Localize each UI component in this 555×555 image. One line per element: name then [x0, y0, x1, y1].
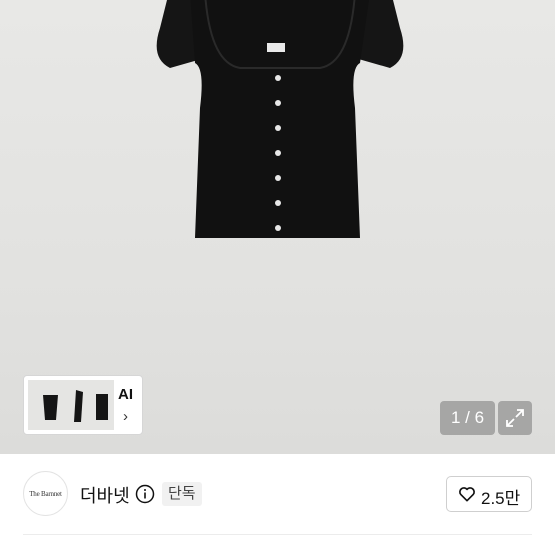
shop-info: The Barnnet 더바넷 단독 2.5만	[0, 454, 555, 555]
thumbnail-strip[interactable]: AI ›	[23, 375, 143, 435]
like-count: 2.5만	[481, 489, 521, 508]
thumbnail-images[interactable]	[28, 380, 114, 430]
shop-name[interactable]: 더바넷	[80, 482, 130, 508]
expand-icon	[506, 409, 524, 427]
product-image-gallery[interactable]: AI › 1 / 6	[0, 0, 555, 454]
shop-logo[interactable]: The Barnnet	[23, 471, 68, 516]
divider	[23, 534, 532, 535]
thumbnail-preview	[28, 380, 114, 430]
exclusive-badge: 단독	[162, 482, 202, 506]
chevron-right-icon[interactable]: ›	[123, 408, 128, 425]
product-image[interactable]	[150, 0, 410, 248]
info-icon[interactable]	[135, 484, 155, 504]
like-button[interactable]: 2.5만	[446, 476, 532, 512]
ai-label: AI	[118, 386, 133, 403]
expand-button[interactable]	[498, 401, 532, 435]
heart-outline-icon	[459, 487, 475, 502]
image-counter: 1 / 6	[440, 401, 495, 435]
